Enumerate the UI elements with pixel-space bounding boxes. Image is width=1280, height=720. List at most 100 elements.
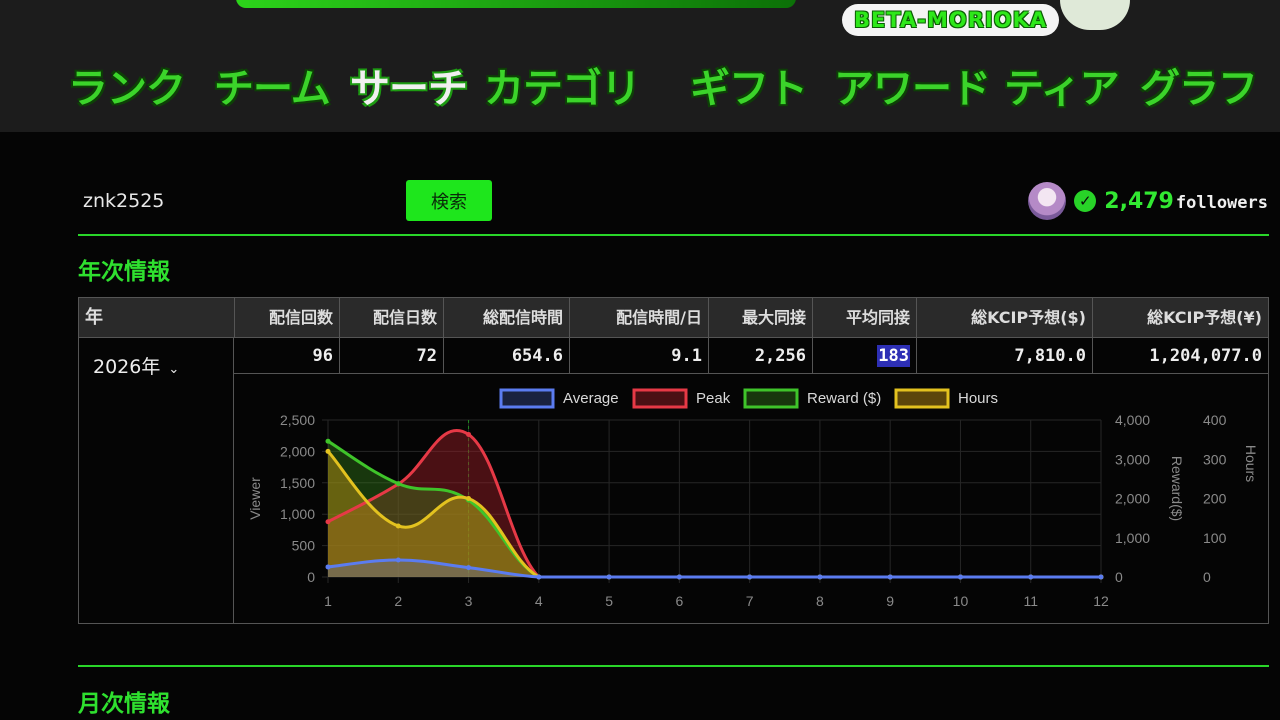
column-header: 総配信時間	[443, 298, 569, 338]
column-header: 配信回数	[234, 298, 339, 338]
monthly-section-title: 月次情報	[78, 691, 170, 717]
year-select[interactable]: 2026年 ⌄	[93, 352, 179, 379]
table-cell: 183	[812, 338, 916, 374]
x-tick-label: 9	[886, 593, 894, 609]
column-header: 総KCIP予想($)	[916, 298, 1092, 338]
table-cell: 72	[339, 338, 443, 374]
legend-swatch	[743, 388, 799, 409]
legend-swatch	[632, 388, 688, 409]
column-header: 最大同接	[708, 298, 812, 338]
data-point	[817, 574, 823, 580]
avatar[interactable]	[1028, 182, 1067, 220]
x-tick-label: 10	[953, 593, 969, 609]
data-point	[1028, 574, 1034, 580]
legend-swatch	[894, 388, 950, 409]
data-point	[676, 574, 682, 580]
nav-item-rank[interactable]: ランク	[68, 62, 186, 116]
followers-count: 2,479	[1104, 188, 1174, 214]
y-tick-label: 0	[1115, 569, 1123, 585]
data-point	[887, 574, 893, 580]
logo-decoration	[1060, 0, 1130, 30]
data-point	[395, 523, 401, 529]
year-cell: 2026年 ⌄	[79, 338, 234, 623]
chevron-down-icon: ⌄	[168, 362, 180, 377]
column-header: 総KCIP予想(¥)	[1092, 298, 1268, 338]
y-tick-label: 400	[1203, 412, 1227, 428]
nav-item-graph[interactable]: グラフ	[1140, 62, 1258, 116]
nav-item-category[interactable]: カテゴリ	[484, 62, 641, 116]
y-tick-label: 500	[292, 538, 316, 554]
legend-label: Peak	[696, 390, 731, 407]
column-header: 配信時間/日	[569, 298, 708, 338]
data-point	[957, 574, 963, 580]
data-point	[395, 557, 401, 563]
data-point	[606, 574, 612, 580]
table-cell: 654.6	[443, 338, 569, 374]
data-point	[1098, 574, 1104, 580]
divider	[78, 665, 1269, 667]
search-button[interactable]: 検索	[406, 180, 492, 221]
legend-label: Reward ($)	[807, 390, 881, 407]
y-tick-label: 2,500	[280, 412, 315, 428]
nav-item-award[interactable]: アワード	[834, 62, 991, 116]
data-point	[747, 574, 753, 580]
profile-summary: ✓ 2,479 followers	[1028, 182, 1268, 220]
x-tick-label: 12	[1093, 593, 1109, 609]
y-tick-label: 100	[1203, 530, 1227, 546]
legend-label: Average	[563, 390, 619, 407]
data-point	[466, 431, 472, 437]
data-point	[395, 481, 401, 487]
table-cell: 7,810.0	[916, 338, 1092, 374]
logo-badge: BETA-MORIOKA	[842, 4, 1060, 36]
y-tick-label: 1,000	[1115, 530, 1150, 546]
annual-chart-svg: 0 500 1,000 1,500 2,000 2,500 0 1,000 2,000 3,000…	[247, 388, 1259, 609]
x-tick-label: 8	[816, 593, 824, 609]
data-point	[325, 564, 331, 570]
x-tick-label: 1	[324, 593, 332, 609]
x-tick-label: 7	[746, 593, 754, 609]
y-tick-label: 2,000	[280, 443, 315, 459]
selected-text: 183	[877, 345, 910, 367]
column-header: 年	[85, 307, 103, 328]
y-axis-label: Viewer	[247, 477, 263, 520]
nav-item-tier[interactable]: ティア	[1004, 62, 1120, 116]
nav-item-gift[interactable]: ギフト	[690, 62, 808, 116]
y-axis-label: Hours	[1243, 445, 1259, 482]
main-nav: ランク チーム サーチ カテゴリ ギフト アワード ティア グラフ	[0, 62, 1280, 116]
legend-label: Hours	[958, 390, 998, 407]
x-tick-label: 5	[605, 593, 613, 609]
y-tick-label: 1,500	[280, 475, 315, 491]
site-logo[interactable]	[236, 0, 796, 8]
data-point	[325, 448, 331, 454]
search-input[interactable]	[80, 182, 380, 220]
data-point	[536, 574, 542, 580]
nav-item-search[interactable]: サーチ	[350, 62, 468, 116]
column-header: 配信日数	[339, 298, 443, 338]
y-tick-label: 1,000	[280, 506, 315, 522]
y-tick-label: 3,000	[1115, 451, 1150, 467]
year-select-value: 2026年	[93, 356, 161, 378]
annual-table: 年 配信回数 配信日数 総配信時間 配信時間/日 最大同接 平均同接 総KCIP…	[78, 297, 1269, 624]
nav-item-team[interactable]: チーム	[214, 62, 331, 116]
table-row: 96 72 654.6 9.1 2,256 183 7,810.0 1,204,…	[234, 338, 1268, 374]
table-cell: 9.1	[569, 338, 708, 374]
y-axis-label: Reward($)	[1169, 456, 1185, 521]
site-header: BETA-MORIOKA ランク チーム サーチ カテゴリ ギフト アワード テ…	[0, 0, 1280, 132]
y-tick-label: 0	[1203, 569, 1211, 585]
followers-label: followers	[1175, 193, 1268, 213]
data-point	[325, 519, 331, 525]
x-tick-label: 3	[465, 593, 473, 609]
annual-chart: 0 500 1,000 1,500 2,000 2,500 0 1,000 2,000 3,000…	[235, 375, 1268, 623]
x-tick-label: 2	[394, 593, 402, 609]
y-tick-label: 300	[1203, 451, 1227, 467]
x-tick-label: 6	[675, 593, 683, 609]
x-tick-label: 11	[1023, 593, 1038, 609]
table-cell: 96	[312, 346, 333, 366]
legend-swatch	[499, 388, 555, 409]
y-tick-label: 2,000	[1115, 491, 1150, 507]
data-point	[325, 438, 331, 444]
table-header-row: 年 配信回数 配信日数 総配信時間 配信時間/日 最大同接 平均同接 総KCIP…	[79, 298, 1268, 338]
check-circle-icon: ✓	[1074, 190, 1097, 212]
y-tick-label: 4,000	[1115, 412, 1150, 428]
divider	[78, 234, 1269, 236]
